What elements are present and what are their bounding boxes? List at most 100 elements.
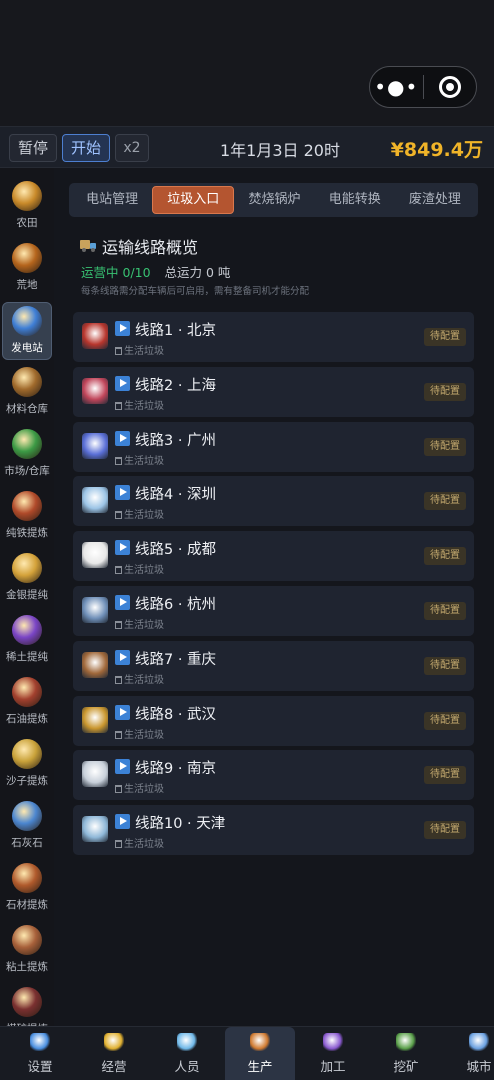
station-tabs: 电站管理 垃圾入口 焚烧锅炉 电能转换 废渣处理 xyxy=(69,183,478,217)
play-icon[interactable] xyxy=(115,430,130,446)
status-badge[interactable]: 待配置 xyxy=(424,656,466,675)
route-row[interactable]: 线路10 · 天津 生活垃圾 待配置 xyxy=(73,805,474,856)
sidebar-item[interactable]: 金银提纯 xyxy=(2,550,52,608)
status-badge[interactable]: 待配置 xyxy=(424,711,466,730)
play-icon[interactable] xyxy=(115,485,130,501)
route-row[interactable]: 线路3 · 广州 生活垃圾 待配置 xyxy=(73,421,474,472)
sidebar-item[interactable]: 材料仓库 xyxy=(2,364,52,422)
tab[interactable]: 电站管理 xyxy=(72,186,152,214)
overview-title: 运输线路概览 xyxy=(102,238,199,257)
sidebar-item[interactable]: 煤矿提炼 xyxy=(2,984,52,1028)
sidebar-item[interactable]: 荒地 xyxy=(2,240,52,298)
route-row[interactable]: 线路4 · 深圳生活垃圾 待配置 xyxy=(73,476,474,527)
route-cargo: 生活垃圾 xyxy=(115,342,164,357)
route-name: 线路4 · 深圳 xyxy=(135,487,217,504)
sidebar-item[interactable]: 纯铁提炼 xyxy=(2,488,52,546)
sidebar-item[interactable]: 石材提炼 xyxy=(2,860,52,918)
city-icon xyxy=(469,1033,489,1051)
tab[interactable]: 垃圾入口 xyxy=(152,186,235,214)
nav-label: 经营 xyxy=(101,1059,127,1074)
route-cargo: 生活垃圾 xyxy=(115,616,164,631)
power-station-icon xyxy=(12,306,42,336)
status-badge[interactable]: 待配置 xyxy=(424,547,466,566)
nav-label: 生产 xyxy=(247,1059,273,1074)
play-icon[interactable] xyxy=(115,375,130,391)
play-icon[interactable] xyxy=(115,595,130,610)
play-icon[interactable] xyxy=(115,814,130,830)
tab[interactable]: 焚烧锅炉 xyxy=(234,186,314,214)
route-name: 线路9 · 南京 xyxy=(135,761,217,778)
tiananmen-icon xyxy=(82,323,108,349)
route-name: 线路2 · 上海 xyxy=(135,377,217,394)
sand-icon xyxy=(12,739,42,769)
status-badge[interactable]: 待配置 xyxy=(424,492,466,511)
sidebar-item[interactable]: 粘土提炼 xyxy=(2,922,52,980)
limestone-icon xyxy=(12,801,42,831)
sidebar-item[interactable]: 市场/仓库 xyxy=(2,426,52,484)
route-cargo: 生活垃圾 xyxy=(115,506,164,521)
route-row[interactable]: 线路6 · 杭州 生活垃圾 待配置 xyxy=(73,586,474,636)
sidebar-item[interactable]: 石油提炼 xyxy=(2,674,52,732)
people-icon xyxy=(177,1033,197,1051)
status-badge[interactable]: 待配置 xyxy=(424,602,466,620)
skyscraper-icon xyxy=(82,487,108,514)
route-row[interactable]: 线路7 · 重庆生活垃圾 待配置 xyxy=(73,640,474,691)
route-name: 线路5 · 成都 xyxy=(135,542,217,559)
route-row[interactable]: 线路9 · 南京生活垃圾 待配置 xyxy=(73,750,474,801)
trash-icon xyxy=(115,785,122,794)
route-row[interactable]: 线路1 · 北京 生活垃圾 待配置 xyxy=(73,312,474,362)
play-icon[interactable] xyxy=(115,649,130,665)
sidebar-item[interactable]: 发电站 xyxy=(2,302,52,360)
play-icon[interactable] xyxy=(115,321,130,336)
status-badge[interactable]: 待配置 xyxy=(424,437,466,456)
sidebar-item-label: 材料仓库 xyxy=(6,403,48,415)
sidebar-item[interactable]: 农田 xyxy=(2,178,52,236)
route-cargo-label: 生活垃圾 xyxy=(124,729,164,741)
coal-icon xyxy=(12,987,42,1017)
sidebar: 农田 荒地 发电站材料仓库市场/仓库 纯铁提炼 金银提纯 稀土提纯 石油提炼 沙子提炼 石灰石石… xyxy=(0,168,54,1028)
status-badge[interactable]: 待配置 xyxy=(424,766,466,785)
route-cargo-label: 生活垃圾 xyxy=(124,565,164,577)
route-row[interactable]: 线路5 · 成都生活垃圾 待配置 xyxy=(73,531,474,582)
tab[interactable]: 电能转换 xyxy=(315,186,395,214)
nav-item[interactable]: 设置 xyxy=(5,1027,75,1080)
nav-item[interactable]: 人员 xyxy=(152,1027,222,1080)
start-button[interactable]: 开始 xyxy=(62,134,110,162)
play-icon[interactable] xyxy=(115,759,130,775)
target-circle-icon[interactable] xyxy=(423,76,476,98)
route-name: 线路7 · 重庆 xyxy=(135,651,217,668)
sidebar-item-label: 石材提炼 xyxy=(6,899,48,911)
nav-item[interactable]: 生产 xyxy=(225,1027,295,1080)
sidebar-item[interactable]: 稀土提纯 xyxy=(2,612,52,670)
pause-button[interactable]: 暂停 xyxy=(9,134,57,162)
pearl-tower-icon xyxy=(82,377,108,404)
route-cargo: 生活垃圾 xyxy=(115,452,164,467)
trash-icon xyxy=(115,401,122,410)
nav-item[interactable]: 加工 xyxy=(298,1027,368,1080)
sidebar-item[interactable]: 石灰石 xyxy=(2,798,52,856)
tab[interactable]: 废渣处理 xyxy=(395,186,475,214)
trash-icon xyxy=(115,675,122,684)
speed-button[interactable]: x2 xyxy=(115,134,149,162)
nav-item[interactable]: 挖矿 xyxy=(371,1027,441,1080)
nav-item[interactable]: 城市 xyxy=(444,1027,494,1080)
ellipsis-icon[interactable]: •●• xyxy=(370,67,423,107)
yellow-crane-tower-icon xyxy=(82,706,108,733)
route-cargo-label: 生活垃圾 xyxy=(124,400,164,412)
overview-hint: 每条线路需分配车辆后可启用，需有整备司机才能分配 xyxy=(81,286,310,297)
route-cargo-label: 生活垃圾 xyxy=(124,784,164,796)
route-cargo-label: 生活垃圾 xyxy=(124,674,164,686)
game-topbar: 暂停 开始 x2 1年1月3日 20时 ¥849.4万 xyxy=(0,126,494,168)
route-cargo: 生活垃圾 xyxy=(115,671,164,686)
status-badge[interactable]: 待配置 xyxy=(424,382,466,401)
processing-icon xyxy=(323,1033,343,1051)
play-icon[interactable] xyxy=(115,704,130,720)
route-row[interactable]: 线路2 · 上海生活垃圾 待配置 xyxy=(73,366,474,417)
play-icon[interactable] xyxy=(115,540,130,556)
route-row[interactable]: 线路8 · 武汉 生活垃圾 待配置 xyxy=(73,695,474,746)
trash-icon xyxy=(115,840,122,849)
nav-item[interactable]: 经营 xyxy=(79,1027,149,1080)
sidebar-item[interactable]: 沙子提炼 xyxy=(2,736,52,794)
status-badge[interactable]: 待配置 xyxy=(424,821,466,840)
status-badge[interactable]: 待配置 xyxy=(424,328,466,346)
